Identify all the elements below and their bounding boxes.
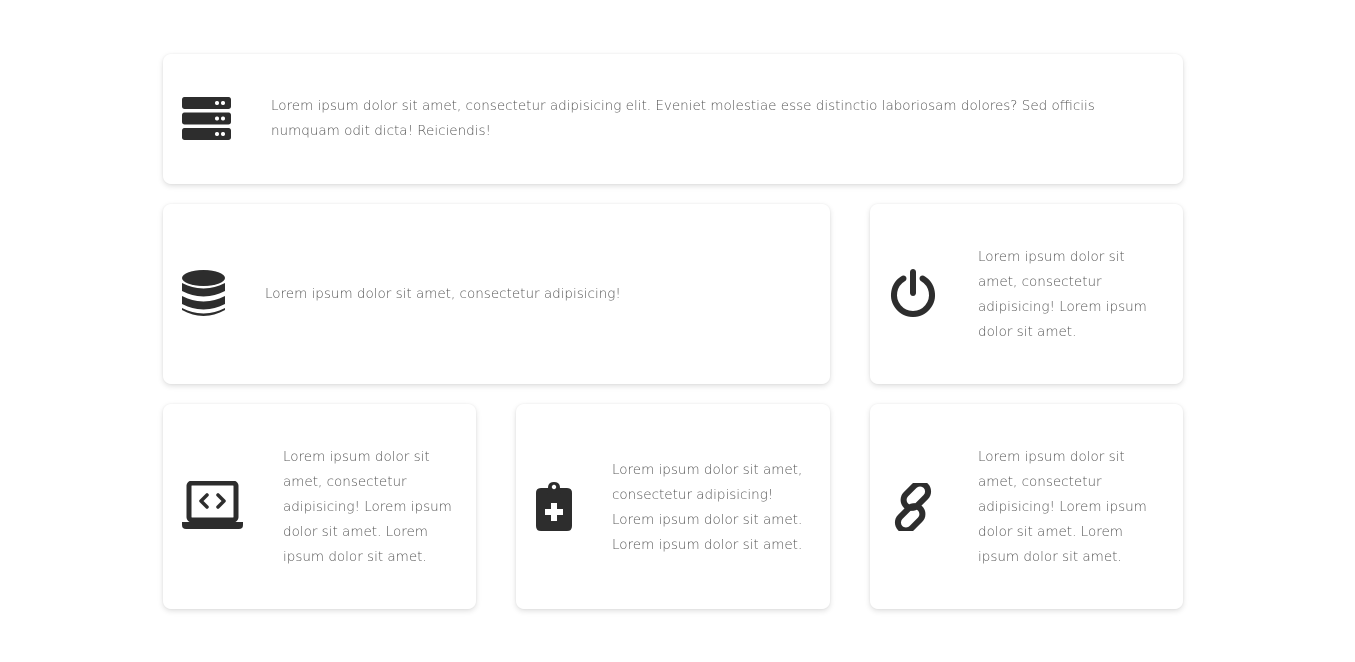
link-icon	[889, 483, 937, 531]
card-description: Lorem ipsum dolor sit amet, consectetur …	[978, 449, 1147, 565]
server-icon	[182, 97, 231, 140]
feature-card-link: Lorem ipsum dolor sit amet, consectetur …	[870, 404, 1183, 609]
card-description: Lorem ipsum dolor sit amet, consectetur …	[265, 286, 621, 302]
database-icon	[182, 270, 225, 318]
card-description: Lorem ipsum dolor sit amet, consectetur …	[612, 462, 803, 553]
feature-card-laptop: Lorem ipsum dolor sit amet, consectetur …	[163, 404, 476, 609]
clipboard-medical-icon	[535, 482, 573, 532]
feature-card-clipboard: Lorem ipsum dolor sit amet, consectetur …	[516, 404, 830, 609]
feature-card-database: Lorem ipsum dolor sit amet, consectetur …	[163, 204, 830, 384]
card-description: Lorem ipsum dolor sit amet, consectetur …	[271, 98, 1095, 139]
laptop-code-icon	[182, 481, 243, 531]
power-icon	[889, 269, 937, 318]
card-description: Lorem ipsum dolor sit amet, consectetur …	[283, 449, 452, 565]
feature-card-server: Lorem ipsum dolor sit amet, consectetur …	[163, 54, 1183, 184]
feature-card-power: Lorem ipsum dolor sit amet, consectetur …	[870, 204, 1183, 384]
card-description: Lorem ipsum dolor sit amet, consectetur …	[978, 249, 1147, 340]
